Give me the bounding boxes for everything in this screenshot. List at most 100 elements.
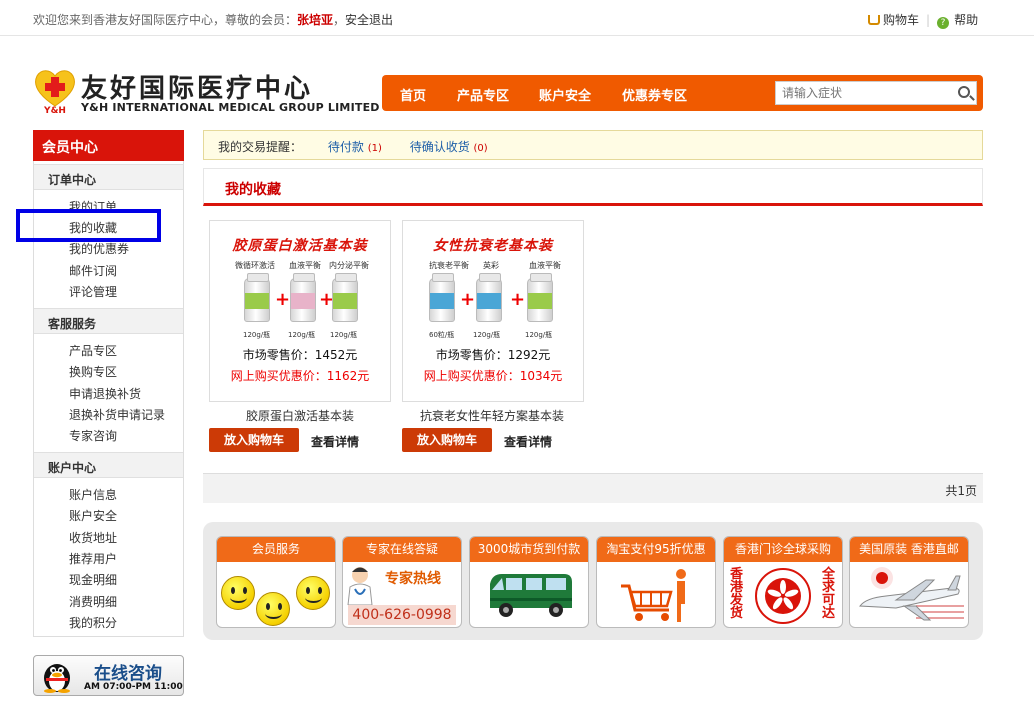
smiley-icon: [296, 576, 330, 610]
product-image[interactable]: 女性抗衰老基本装 抗衰老平衡 英彩 血液平衡 + + 60粒/瓶 120g/瓶 …: [402, 220, 584, 402]
pending-payment-link[interactable]: 待付款 (1): [328, 140, 382, 154]
product-name[interactable]: 抗衰老女性年轻方案基本装: [420, 407, 564, 424]
bottle-label: 微循环激活: [235, 261, 275, 270]
username-link[interactable]: 张培亚: [297, 13, 333, 27]
selection-highlight-box: [16, 209, 161, 242]
airplane-icon: [859, 567, 964, 621]
sidebar-item-email-subscribe[interactable]: 邮件订阅: [69, 262, 117, 279]
logout-link[interactable]: 安全退出: [345, 13, 393, 27]
pending-receipt-link[interactable]: 待确认收货 (0): [410, 140, 488, 154]
bottle-weight: 120g/瓶: [243, 331, 271, 339]
sidebar-item-product-zone[interactable]: 产品专区: [69, 342, 117, 359]
cart-icon[interactable]: [868, 15, 880, 25]
product-image[interactable]: 胶原蛋白激活基本装 微循环激活 血液平衡 内分泌平衡 + + 120g/瓶 12…: [209, 220, 391, 402]
welcome-text: 欢迎您来到香港友好国际医疗中心，尊敬的会员：: [33, 13, 298, 27]
supplement-bottle-icon: [290, 273, 316, 322]
sidebar-item-my-coupons[interactable]: 我的优惠券: [69, 240, 129, 257]
sidebar-section-account: 账户中心: [34, 452, 183, 478]
supplement-bottle-icon: [527, 273, 553, 322]
sidebar-section-orders: 订单中心: [34, 164, 183, 190]
promo-body: [217, 562, 335, 627]
market-price: 市场零售价：1292元: [435, 348, 551, 362]
nav-account-security[interactable]: 账户安全: [539, 85, 591, 104]
nav-coupons[interactable]: 优惠券专区: [622, 85, 687, 104]
plus-icon: +: [460, 289, 476, 310]
online-price: 网上购买优惠价：1162元: [230, 369, 370, 383]
bottle-weight: 120g/瓶: [288, 331, 316, 339]
site-logo[interactable]: Y&H 友好国际医疗中心 Y&H INTERNATIONAL MEDICAL G…: [33, 66, 379, 116]
cart-link[interactable]: 购物车: [883, 13, 919, 27]
pending-payment-label: 待付款: [327, 140, 364, 154]
bottle-weight: 120g/瓶: [525, 331, 553, 339]
sidebar-item-return-records[interactable]: 退换补货申请记录: [69, 406, 165, 423]
promo-title: 3000城市货到付款: [470, 537, 588, 562]
product-name[interactable]: 胶原蛋白激活基本装: [246, 407, 354, 424]
promo-body: [850, 562, 968, 627]
promo-title: 淘宝支付95折优惠: [597, 537, 715, 562]
reminder-label: 我的交易提醒：: [218, 140, 303, 154]
welcome-bar: 欢迎您来到香港友好国际医疗中心，尊敬的会员：张培亚，安全退出: [33, 11, 393, 28]
promo-hk-global-purchase[interactable]: 香港门诊全球采购 香港发货 全求可达: [723, 536, 843, 628]
sidebar-item-account-info[interactable]: 账户信息: [69, 486, 117, 503]
sidebar-item-return-request[interactable]: 申请退换补货: [69, 385, 141, 402]
promo-body: 专家热线 400-626-0998: [343, 562, 461, 627]
bottle-label: 内分泌平衡: [329, 261, 369, 270]
sidebar-item-shipping-address[interactable]: 收货地址: [69, 529, 117, 546]
sidebar-item-my-points[interactable]: 我的积分: [69, 614, 117, 631]
nav-products[interactable]: 产品专区: [457, 85, 509, 104]
view-details-button[interactable]: 查看详情: [311, 433, 359, 450]
hotline-label: 专家热线: [385, 571, 441, 587]
bottle-weight: 120g/瓶: [330, 331, 358, 339]
view-details-button[interactable]: 查看详情: [504, 433, 552, 450]
logo-english-name: Y&H INTERNATIONAL MEDICAL GROUP LIMITED: [81, 101, 380, 114]
add-to-cart-button[interactable]: 放入购物车: [402, 428, 492, 452]
bottle-label: 抗衰老平衡: [429, 261, 469, 270]
service-promo-strip: 会员服务 专家在线答疑 专家热线 400-626-0998 3000城市货到付款: [203, 522, 983, 640]
help-icon[interactable]: ?: [937, 17, 950, 29]
bottle-weight: 60粒/瓶: [429, 331, 455, 339]
divider: |: [926, 13, 931, 27]
supplement-bottle-icon: [244, 273, 270, 322]
smiley-icon: [221, 576, 255, 610]
logo-badge: Y&H: [43, 106, 66, 114]
promo-body: [470, 562, 588, 627]
separator: ，: [333, 13, 346, 27]
promo-member-service[interactable]: 会员服务: [216, 536, 336, 628]
supplement-bottle-icon: [332, 273, 358, 322]
promo-body: 香港发货 全求可达: [724, 562, 842, 627]
top-bar: 欢迎您来到香港友好国际医疗中心，尊敬的会员：张培亚，安全退出 购物车 |? 帮助: [0, 0, 1034, 36]
online-consult-hours: AM 07:00-PM 11:00: [84, 682, 183, 692]
sidebar-item-expert-consult[interactable]: 专家咨询: [69, 427, 117, 444]
sidebar-item-referrals[interactable]: 推荐用户: [69, 550, 117, 567]
sidebar-item-exchange-zone[interactable]: 换购专区: [69, 363, 117, 380]
nav-home[interactable]: 首页: [400, 85, 426, 104]
member-sidebar: 会员中心 订单中心 我的订单 我的收藏 我的优惠券 邮件订阅 评论管理 客服服务…: [33, 130, 184, 637]
shopping-cart-icon: [621, 569, 686, 622]
help-link[interactable]: 帮助: [954, 13, 978, 27]
online-price: 网上购买优惠价：1034元: [423, 369, 563, 383]
online-consult-button[interactable]: 在线咨询 AM 07:00-PM 11:00: [33, 655, 184, 696]
promo-expert-hotline[interactable]: 专家在线答疑 专家热线 400-626-0998: [342, 536, 462, 628]
search-input[interactable]: [776, 82, 946, 104]
promo-cash-on-delivery[interactable]: 3000城市货到付款: [469, 536, 589, 628]
sidebar-title: 会员中心: [33, 130, 184, 161]
promo-us-original-direct[interactable]: 美国原装 香港直邮: [849, 536, 969, 628]
search-icon[interactable]: [958, 86, 970, 98]
bottle-label: 血液平衡: [289, 261, 321, 270]
main-nav: 首页 产品专区 账户安全 优惠券专区: [382, 75, 983, 111]
logo-chinese-name: 友好国际医疗中心: [81, 74, 314, 104]
add-to-cart-button[interactable]: 放入购物车: [209, 428, 299, 452]
hotline-number[interactable]: 400-626-0998: [348, 605, 456, 625]
sidebar-item-spending-details[interactable]: 消费明细: [69, 593, 117, 610]
promo-taobao-discount[interactable]: 淘宝支付95折优惠: [596, 536, 716, 628]
product-banner: 女性抗衰老基本装: [433, 238, 553, 254]
sidebar-item-account-security[interactable]: 账户安全: [69, 507, 117, 524]
sidebar-item-cash-details[interactable]: 现金明细: [69, 571, 117, 588]
plus-icon: +: [275, 289, 291, 310]
page-title: 我的收藏: [225, 182, 281, 198]
delivery-van-icon: [490, 574, 572, 617]
hk-emblem-icon: [755, 568, 811, 624]
smiley-icon: [256, 592, 290, 626]
plus-icon: +: [510, 289, 526, 310]
sidebar-item-reviews[interactable]: 评论管理: [69, 283, 117, 300]
